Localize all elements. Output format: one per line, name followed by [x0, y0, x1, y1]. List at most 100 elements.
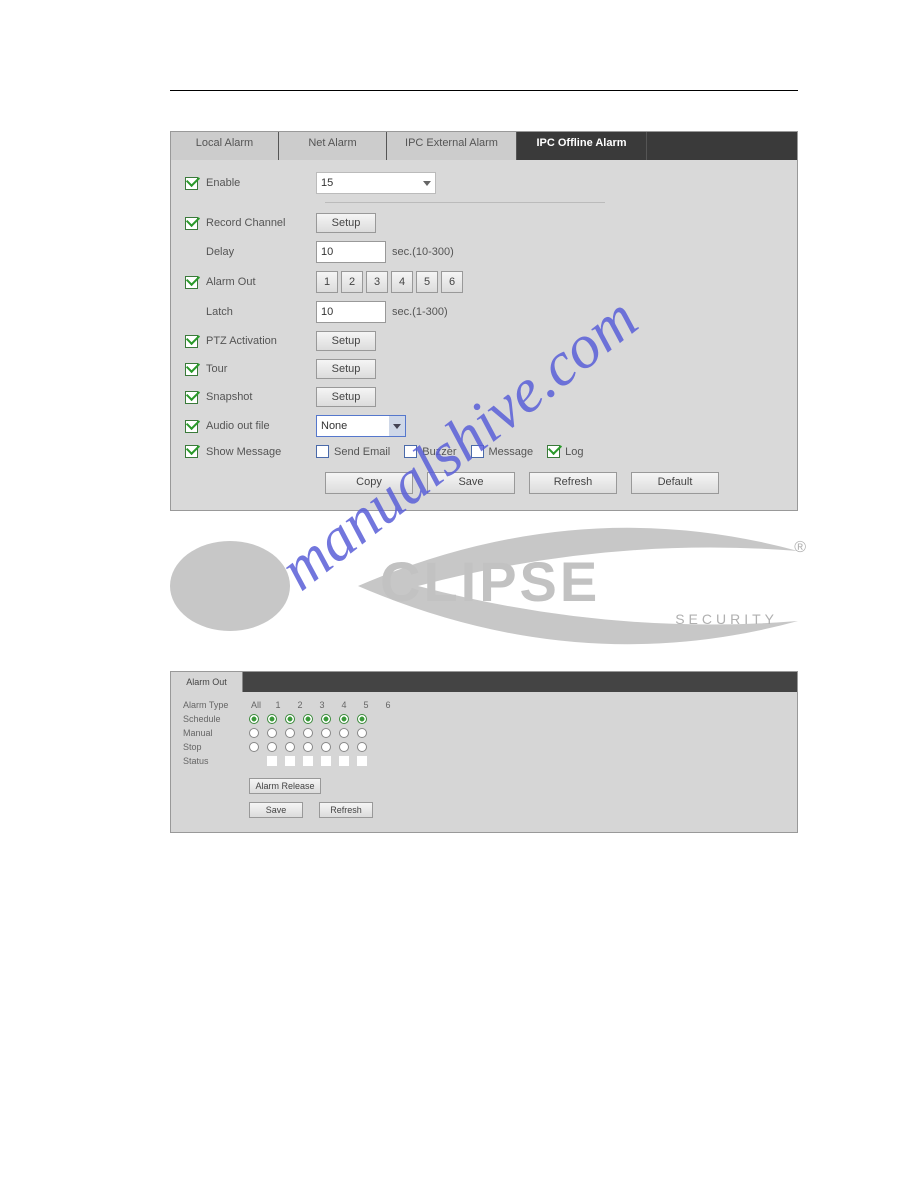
manual-radio-3[interactable] [303, 728, 313, 738]
status-4 [321, 756, 331, 766]
tab-net-alarm[interactable]: Net Alarm [279, 132, 387, 160]
schedule-label: Schedule [183, 714, 249, 724]
manual-radio-all[interactable] [249, 728, 259, 738]
tab-ipc-offline-alarm[interactable]: IPC Offline Alarm [517, 132, 647, 160]
alarm-out-2-button[interactable]: 2 [341, 271, 363, 293]
stop-radio-6[interactable] [357, 742, 367, 752]
col-1: 1 [271, 700, 285, 710]
registered-mark: ® [794, 539, 806, 557]
alarm-out-5-button[interactable]: 5 [416, 271, 438, 293]
schedule-radio-2[interactable] [285, 714, 295, 724]
schedule-radio-3[interactable] [303, 714, 313, 724]
record-channel-checkbox[interactable] [185, 217, 198, 230]
stop-radio-2[interactable] [285, 742, 295, 752]
send-email-checkbox[interactable] [316, 445, 329, 458]
manual-radio-2[interactable] [285, 728, 295, 738]
audio-out-value: None [321, 420, 347, 432]
col-5: 5 [359, 700, 373, 710]
alarm-type-label: Alarm Type [183, 700, 249, 710]
panel2-refresh-button[interactable]: Refresh [319, 802, 373, 818]
latch-label: Latch [206, 306, 316, 318]
snapshot-label: Snapshot [206, 391, 316, 403]
schedule-radio-4[interactable] [321, 714, 331, 724]
ptz-activation-label: PTZ Activation [206, 335, 316, 347]
alarm-out-6-button[interactable]: 6 [441, 271, 463, 293]
status-1 [267, 756, 277, 766]
save-button[interactable]: Save [427, 472, 515, 494]
enable-channel-value: 15 [321, 177, 333, 189]
logo-subtext: SECURITY [675, 611, 778, 627]
copy-button[interactable]: Copy [325, 472, 413, 494]
stop-label: Stop [183, 742, 249, 752]
tab-bar: Local Alarm Net Alarm IPC External Alarm… [171, 132, 797, 160]
tab-local-alarm[interactable]: Local Alarm [171, 132, 279, 160]
tour-setup-button[interactable]: Setup [316, 359, 376, 379]
col-all: All [249, 700, 263, 710]
tab-ipc-external-alarm[interactable]: IPC External Alarm [387, 132, 517, 160]
panel2-save-button[interactable]: Save [249, 802, 303, 818]
alarm-out-1-button[interactable]: 1 [316, 271, 338, 293]
status-3 [303, 756, 313, 766]
manual-radio-4[interactable] [321, 728, 331, 738]
eclipse-security-logo: CLIPSE SECURITY ® [170, 521, 798, 651]
delay-label: Delay [206, 246, 316, 258]
tour-checkbox[interactable] [185, 363, 198, 376]
audio-out-checkbox[interactable] [185, 420, 198, 433]
tab-alarm-out[interactable]: Alarm Out [171, 672, 243, 692]
latch-input[interactable] [316, 301, 386, 323]
refresh-button[interactable]: Refresh [529, 472, 617, 494]
manual-radio-5[interactable] [339, 728, 349, 738]
ptz-activation-checkbox[interactable] [185, 335, 198, 348]
stop-radio-all[interactable] [249, 742, 259, 752]
show-message-checkbox[interactable] [185, 445, 198, 458]
stop-radio-1[interactable] [267, 742, 277, 752]
record-channel-setup-button[interactable]: Setup [316, 213, 376, 233]
stop-radio-4[interactable] [321, 742, 331, 752]
audio-out-select[interactable]: None [316, 415, 406, 437]
alarm-out-3-button[interactable]: 3 [366, 271, 388, 293]
ipc-offline-alarm-panel: Local Alarm Net Alarm IPC External Alarm… [170, 131, 798, 511]
audio-out-label: Audio out file [206, 420, 316, 432]
message-checkbox[interactable] [471, 445, 484, 458]
snapshot-setup-button[interactable]: Setup [316, 387, 376, 407]
alarm-out-4-button[interactable]: 4 [391, 271, 413, 293]
chevron-down-icon [423, 181, 431, 186]
status-label: Status [183, 756, 249, 766]
message-label: Message [489, 446, 534, 458]
delay-input[interactable] [316, 241, 386, 263]
enable-label: Enable [206, 177, 316, 189]
record-channel-label: Record Channel [206, 217, 316, 229]
schedule-radio-1[interactable] [267, 714, 277, 724]
stop-radio-5[interactable] [339, 742, 349, 752]
enable-channel-select[interactable]: 15 [316, 172, 436, 194]
logo-text: CLIPSE [380, 549, 600, 614]
alarm-release-button[interactable]: Alarm Release [249, 778, 321, 794]
log-checkbox[interactable] [547, 445, 560, 458]
divider [325, 202, 605, 203]
manual-radio-6[interactable] [357, 728, 367, 738]
buzzer-label: Buzzer [422, 446, 456, 458]
schedule-radio-all[interactable] [249, 714, 259, 724]
status-2 [285, 756, 295, 766]
show-message-label: Show Message [206, 446, 316, 458]
col-3: 3 [315, 700, 329, 710]
manual-label: Manual [183, 728, 249, 738]
schedule-radio-5[interactable] [339, 714, 349, 724]
manual-radio-1[interactable] [267, 728, 277, 738]
ptz-setup-button[interactable]: Setup [316, 331, 376, 351]
stop-radio-3[interactable] [303, 742, 313, 752]
send-email-label: Send Email [334, 446, 390, 458]
latch-unit: sec.(1-300) [392, 306, 448, 318]
status-5 [339, 756, 349, 766]
schedule-radio-6[interactable] [357, 714, 367, 724]
alarm-out-panel: Alarm Out Alarm Type All 1 2 3 4 5 6 Sch… [170, 671, 798, 833]
enable-checkbox[interactable] [185, 177, 198, 190]
tour-label: Tour [206, 363, 316, 375]
snapshot-checkbox[interactable] [185, 391, 198, 404]
alarm-out-checkbox[interactable] [185, 276, 198, 289]
default-button[interactable]: Default [631, 472, 719, 494]
col-2: 2 [293, 700, 307, 710]
buzzer-checkbox[interactable] [404, 445, 417, 458]
log-label: Log [565, 446, 583, 458]
col-6: 6 [381, 700, 395, 710]
